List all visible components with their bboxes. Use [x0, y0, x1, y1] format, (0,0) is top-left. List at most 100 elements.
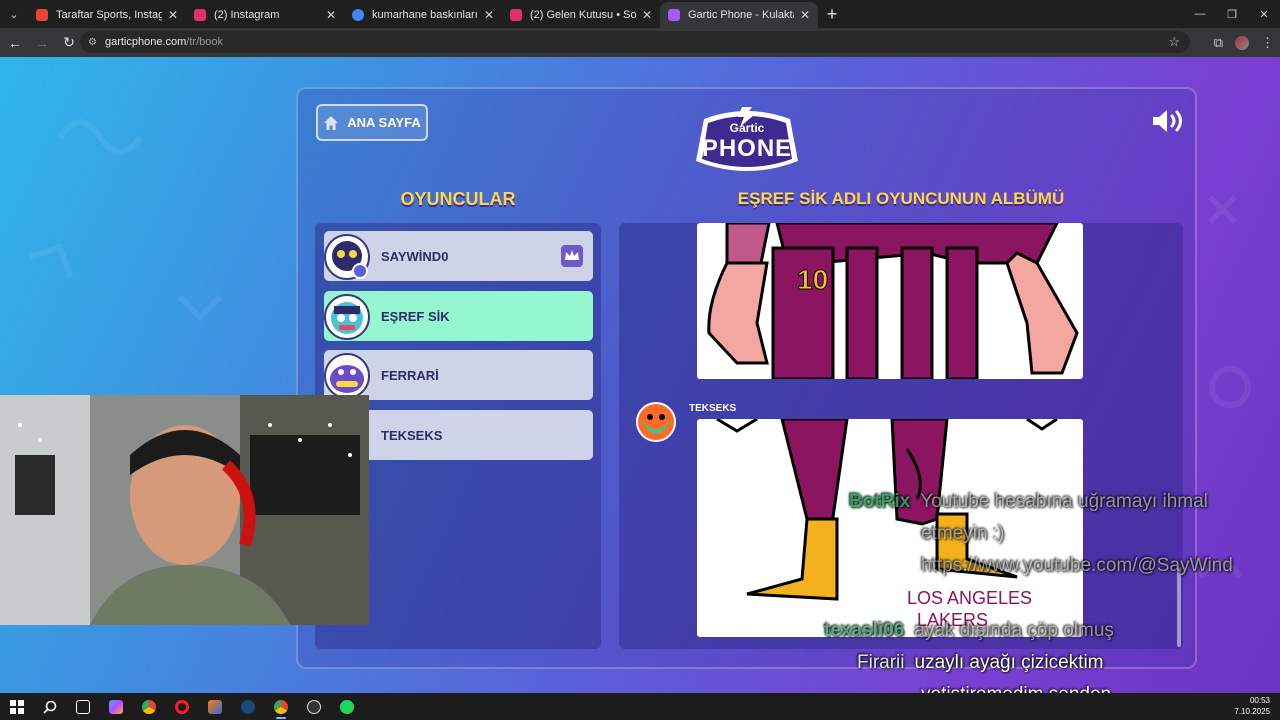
back-arrow-icon[interactable]: ← — [3, 31, 27, 55]
taskbar-clock[interactable]: 00:53 7.10.2025 — [1234, 695, 1270, 717]
home-icon — [324, 115, 339, 130]
start-button[interactable] — [0, 693, 33, 720]
chat-message: texasli06 ayak dışında çöp olmuş — [824, 620, 1114, 642]
google-icon — [352, 9, 364, 21]
home-button[interactable]: ANA SAYFA — [316, 104, 428, 141]
chrome-icon — [141, 699, 156, 714]
browser-tab[interactable]: kumarhane baskınları - Google ✕ — [344, 2, 502, 28]
chat-message: BotRix Youtube hesabına uğramayı ihmal — [849, 491, 1208, 513]
tab-search-button[interactable]: ⌄ — [0, 0, 28, 28]
tab-title: Gartic Phone - Kulaktan Kulağa — [688, 9, 794, 21]
profile-avatar[interactable] — [1235, 35, 1249, 50]
clock-date: 7.10.2025 — [1234, 707, 1270, 716]
new-tab-button[interactable]: + — [818, 0, 846, 28]
bookmark-star-icon[interactable]: ☆ — [1168, 34, 1180, 50]
chat-username: Firarii — [857, 652, 905, 673]
browser-tab-active[interactable]: Gartic Phone - Kulaktan Kulağa ✕ — [660, 2, 818, 28]
minimize-icon[interactable]: — — [1184, 0, 1216, 28]
address-bar[interactable]: ⚙ garticphone.com /tr/book ☆ — [80, 31, 1190, 53]
browser-tab-bar: ⌄ Taraftar Sports, Instagram: ""Bu ✕ (2)… — [0, 0, 1280, 28]
player-row-active[interactable]: EŞREF SİK — [324, 291, 593, 341]
taskbar-app-active[interactable] — [264, 693, 297, 720]
player-avatar — [324, 353, 370, 399]
chat-text: etmeyin :) — [921, 523, 1005, 544]
app-icon — [207, 699, 222, 714]
toolbar-right: ⧉ ⋮ — [1214, 28, 1274, 57]
player-row[interactable]: SAYWİND0 — [324, 231, 593, 281]
gmail-icon — [36, 9, 48, 21]
chat-username: texasli06 — [824, 620, 905, 641]
chat-message: Firarii uzaylı ayağı çizicektim — [857, 652, 1104, 674]
taskbar-app[interactable] — [297, 693, 330, 720]
chat-text: uzaylı ayağı çizicektim — [914, 652, 1104, 673]
players-heading: OYUNCULAR — [400, 189, 516, 209]
album-scrollbar[interactable] — [1177, 567, 1181, 647]
drawing-author-name: TEKSEKS — [689, 403, 737, 414]
logo-bottom-text: PHONE — [701, 135, 793, 162]
author-avatar — [636, 402, 676, 442]
chat-text: https://www.youtube.com/@SayWind — [921, 555, 1233, 576]
chat-message: etmeyin :) — [921, 523, 1004, 545]
site-info-icon[interactable]: ⚙ — [88, 37, 97, 48]
drawing-text-line1: LOS ANGELES — [907, 588, 1032, 608]
instagram-icon — [510, 9, 522, 21]
player-name: EŞREF SİK — [381, 308, 450, 324]
taskbar-app[interactable] — [198, 693, 231, 720]
player-row[interactable]: FERRARİ — [324, 350, 593, 400]
taskbar-app[interactable] — [165, 693, 198, 720]
restore-icon[interactable]: ❐ — [1216, 0, 1248, 28]
browser-toolbar: ← → ↻ ⚙ garticphone.com /tr/book ☆ ⧉ ⋮ — [0, 28, 1280, 57]
sound-icon[interactable] — [1150, 107, 1186, 135]
close-tab-icon[interactable]: ✕ — [168, 8, 178, 22]
logo-top-text: Gartic — [729, 121, 765, 135]
search-icon — [42, 700, 56, 714]
search-button[interactable] — [33, 693, 66, 720]
windows-icon — [9, 699, 24, 714]
reload-icon[interactable]: ↻ — [57, 31, 81, 55]
close-window-icon[interactable]: ✕ — [1248, 0, 1280, 28]
tab-title: (2) Instagram — [214, 9, 280, 21]
player-avatar — [324, 234, 370, 280]
crown-icon — [561, 245, 583, 267]
opera-icon — [174, 699, 189, 714]
copilot-icon — [108, 699, 123, 714]
task-view-icon — [75, 699, 90, 714]
close-tab-icon[interactable]: ✕ — [484, 8, 494, 22]
window-controls: — ❐ ✕ — [1184, 0, 1280, 28]
taskbar-app[interactable] — [132, 693, 165, 720]
player-name: FERRARİ — [381, 367, 439, 383]
task-view-button[interactable] — [66, 693, 99, 720]
close-tab-icon[interactable]: ✕ — [326, 8, 336, 22]
windows-taskbar: 00:53 7.10.2025 — [0, 693, 1280, 720]
clock-time: 00:53 — [1249, 696, 1270, 705]
drawing-image: 10 — [697, 223, 1083, 379]
browser-tab[interactable]: (2) Instagram ✕ — [186, 2, 344, 28]
taskbar-app[interactable] — [330, 693, 363, 720]
menu-dots-icon[interactable]: ⋮ — [1261, 35, 1274, 51]
tab-title: Taraftar Sports, Instagram: ""Bu — [56, 9, 162, 21]
spotify-icon — [339, 699, 354, 714]
instagram-icon — [194, 9, 206, 21]
album-heading: EŞREF SİK ADLI OYUNCUNUN ALBÜMÜ — [737, 189, 1065, 208]
obs-icon — [306, 699, 321, 714]
chrome-icon — [273, 699, 288, 714]
chat-username: BotRix — [849, 491, 911, 512]
url-host: garticphone.com — [104, 36, 187, 48]
player-name: SAYWİND0 — [381, 248, 449, 264]
drawing-image: LOS ANGELES LAKERS — [697, 419, 1083, 637]
player-avatar — [324, 294, 370, 340]
close-tab-icon[interactable]: ✕ — [642, 8, 652, 22]
extensions-icon[interactable]: ⧉ — [1214, 35, 1223, 51]
browser-tab[interactable]: (2) Gelen Kutusu • Sohbetler ✕ — [502, 2, 660, 28]
close-tab-icon[interactable]: ✕ — [800, 8, 810, 22]
browser-tab[interactable]: Taraftar Sports, Instagram: ""Bu ✕ — [28, 2, 186, 28]
gartic-phone-icon — [668, 9, 680, 21]
tab-title: kumarhane baskınları - Google — [372, 9, 478, 21]
tab-title: (2) Gelen Kutusu • Sohbetler — [530, 9, 636, 21]
taskbar-app[interactable] — [231, 693, 264, 720]
taskbar-app[interactable] — [99, 693, 132, 720]
home-button-label: ANA SAYFA — [347, 115, 421, 130]
chat-message: https://www.youtube.com/@SayWind — [921, 555, 1233, 577]
forward-arrow-icon[interactable]: → — [30, 31, 54, 55]
steam-icon — [240, 699, 255, 714]
